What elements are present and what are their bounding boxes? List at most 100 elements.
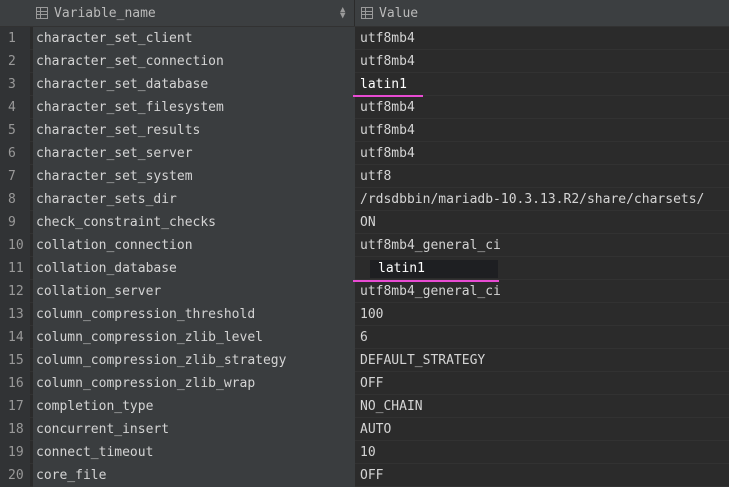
variable-name-cell[interactable]: column_compression_zlib_level xyxy=(33,326,355,349)
variable-name-cell[interactable]: core_file xyxy=(33,464,355,487)
value-text: utf8mb4_general_ci xyxy=(360,238,501,253)
table-row[interactable]: 20 core_file OFF xyxy=(0,464,729,487)
row-number: 7 xyxy=(0,165,30,188)
row-number: 15 xyxy=(0,349,30,372)
variable-name-cell[interactable]: character_set_client xyxy=(33,27,355,50)
value-cell[interactable]: utf8mb4 xyxy=(356,142,729,165)
column-header-label: Value xyxy=(379,5,419,21)
row-number: 2 xyxy=(0,50,30,73)
variable-name-cell[interactable]: connect_timeout xyxy=(33,441,355,464)
table-row[interactable]: 12 collation_server utf8mb4_general_ci xyxy=(0,280,729,303)
table-row[interactable]: 16 column_compression_zlib_wrap OFF xyxy=(0,372,729,395)
table-row[interactable]: 8 character_sets_dir/rdsdbbin/mariadb-10.… xyxy=(0,188,729,211)
table-row[interactable]: 18 concurrent_insert AUTO xyxy=(0,418,729,441)
value-cell[interactable]: OFF xyxy=(356,372,729,395)
table-row[interactable]: 19 connect_timeout 10 xyxy=(0,441,729,464)
table-row[interactable]: 11 collation_database xyxy=(0,257,729,280)
row-number: 12 xyxy=(0,280,30,303)
variable-name-cell[interactable]: column_compression_zlib_strategy xyxy=(33,349,355,372)
value-cell[interactable]: utf8mb4 xyxy=(356,96,729,119)
value-cell[interactable]: utf8mb4 xyxy=(356,119,729,142)
table-column-icon xyxy=(36,7,48,19)
value-cell[interactable]: utf8mb4_general_ci xyxy=(356,234,729,257)
table-row[interactable]: 10 collation_connection utf8mb4_general_ci xyxy=(0,234,729,257)
table-row[interactable]: 15 column_compression_zlib_strategy DEFAUL… xyxy=(0,349,729,372)
value-cell[interactable]: 6 xyxy=(356,326,729,349)
value-cell[interactable]: 100 xyxy=(356,303,729,326)
variable-name-cell[interactable]: character_set_database xyxy=(33,73,355,96)
table-row[interactable]: 6 character_set_server utf8mb4 xyxy=(0,142,729,165)
value-text: OFF xyxy=(360,376,384,391)
table-row[interactable]: 14 column_compression_zlib_level 6 xyxy=(0,326,729,349)
variable-name-cell[interactable]: collation_connection xyxy=(33,234,355,257)
value-text: AUTO xyxy=(360,422,392,437)
value-cell[interactable]: utf8mb4_general_ci xyxy=(356,280,729,303)
column-header-value[interactable]: Value xyxy=(361,0,721,26)
row-number: 9 xyxy=(0,211,30,234)
value-cell[interactable]: NO_CHAIN xyxy=(356,395,729,418)
value-cell[interactable]: 10 xyxy=(356,441,729,464)
highlight-underline xyxy=(353,95,423,97)
table-row[interactable]: 4 character_set_filesystem utf8mb4 xyxy=(0,96,729,119)
value-cell[interactable]: latin1 xyxy=(356,73,729,96)
variable-name-cell[interactable]: character_set_connection xyxy=(33,50,355,73)
value-tooltip: latin1 xyxy=(370,260,498,278)
value-text: DEFAULT_STRATEGY xyxy=(360,353,486,368)
value-text: OFF xyxy=(360,468,384,483)
value-text: utf8 xyxy=(360,169,392,184)
variable-name-cell[interactable]: character_set_results xyxy=(33,119,355,142)
row-number: 13 xyxy=(0,303,30,326)
row-number: 20 xyxy=(0,464,30,487)
value-cell[interactable]: DEFAULT_STRATEGY xyxy=(356,349,729,372)
row-number: 1 xyxy=(0,27,30,50)
value-text: latin1 xyxy=(360,77,407,92)
row-number: 4 xyxy=(0,96,30,119)
variable-name-cell[interactable]: character_set_server xyxy=(33,142,355,165)
value-text: utf8mb4 xyxy=(360,146,415,161)
value-cell[interactable]: /rdsdbbin/mariadb-10.3.13.R2/share/chars… xyxy=(356,188,729,211)
value-text: ON xyxy=(360,215,376,230)
value-text: utf8mb4 xyxy=(360,100,415,115)
variable-name-cell[interactable]: character_set_filesystem xyxy=(33,96,355,119)
column-divider[interactable] xyxy=(354,0,355,26)
value-text: NO_CHAIN xyxy=(360,399,423,414)
variable-name-cell[interactable]: column_compression_zlib_wrap xyxy=(33,372,355,395)
table-header: Variable_name ▲ ▼ Value xyxy=(0,0,729,27)
variable-name-cell[interactable]: completion_type xyxy=(33,395,355,418)
table-row[interactable]: 17 completion_type NO_CHAIN xyxy=(0,395,729,418)
variable-name-cell[interactable]: collation_database xyxy=(33,257,355,280)
row-number: 10 xyxy=(0,234,30,257)
table-row[interactable]: 9 check_constraint_checks ON xyxy=(0,211,729,234)
row-number: 16 xyxy=(0,372,30,395)
table-row[interactable]: 13 column_compression_threshold 100 xyxy=(0,303,729,326)
value-cell[interactable]: ON xyxy=(356,211,729,234)
highlight-underline xyxy=(353,280,499,282)
variable-name-cell[interactable]: collation_server xyxy=(33,280,355,303)
column-header-variable-name[interactable]: Variable_name xyxy=(36,0,354,26)
variable-name-cell[interactable]: column_compression_threshold xyxy=(33,303,355,326)
variable-name-cell[interactable]: concurrent_insert xyxy=(33,418,355,441)
variable-name-cell[interactable]: check_constraint_checks xyxy=(33,211,355,234)
table-row[interactable]: 5 character_set_results utf8mb4 xyxy=(0,119,729,142)
table-column-icon xyxy=(361,7,373,19)
value-cell[interactable]: OFF xyxy=(356,464,729,487)
value-text: utf8mb4 xyxy=(360,54,415,69)
row-number: 5 xyxy=(0,119,30,142)
table-row[interactable]: 2 character_set_connection utf8mb4 xyxy=(0,50,729,73)
table-row[interactable]: 3 character_set_database latin1 xyxy=(0,73,729,96)
value-text: utf8mb4 xyxy=(360,123,415,138)
value-cell[interactable]: utf8 xyxy=(356,165,729,188)
variable-name-cell[interactable]: character_set_system xyxy=(33,165,355,188)
table-row[interactable]: 7 character_set_system utf8 xyxy=(0,165,729,188)
variable-name-cell[interactable]: character_sets_dir xyxy=(33,188,355,211)
column-header-label: Variable_name xyxy=(54,5,156,21)
value-cell[interactable]: utf8mb4 xyxy=(356,50,729,73)
table-row[interactable]: 1 character_set_client utf8mb4 xyxy=(0,27,729,50)
value-text: 10 xyxy=(360,445,376,460)
row-number: 19 xyxy=(0,441,30,464)
value-cell[interactable]: utf8mb4 xyxy=(356,27,729,50)
value-cell[interactable]: AUTO xyxy=(356,418,729,441)
value-text: utf8mb4_general_ci xyxy=(360,284,501,299)
sort-arrows-icon[interactable]: ▲ ▼ xyxy=(340,6,345,21)
row-number: 14 xyxy=(0,326,30,349)
